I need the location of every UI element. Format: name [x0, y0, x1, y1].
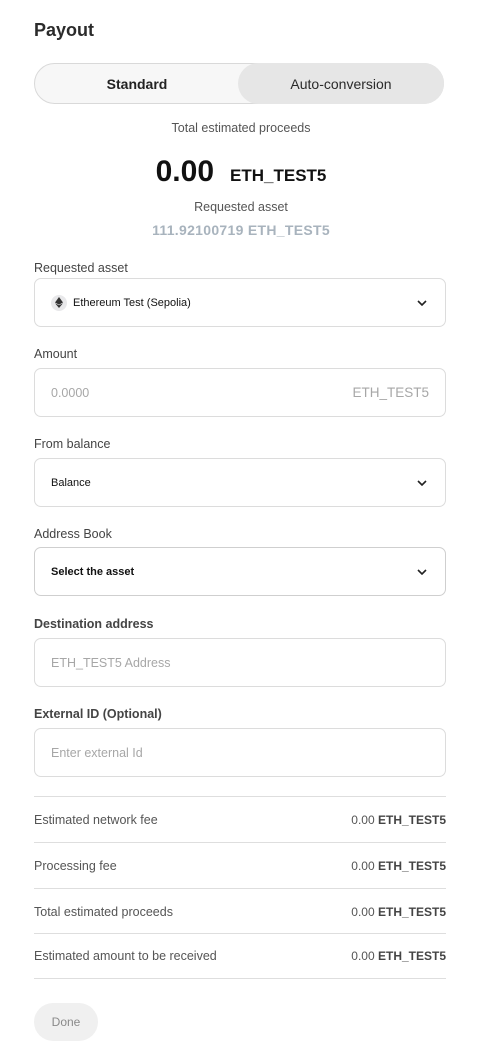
- fee-label: Estimated network fee: [34, 812, 158, 827]
- from-balance-label: From balance: [34, 437, 111, 451]
- external-id-label: External ID (Optional): [34, 707, 162, 721]
- chevron-down-icon: [415, 476, 429, 490]
- tab-standard[interactable]: Standard: [34, 63, 240, 104]
- requested-asset-select[interactable]: Ethereum Test (Sepolia): [34, 278, 446, 327]
- fee-unit: ETH_TEST5: [377, 812, 446, 827]
- total-amount-unit: ETH_TEST5: [230, 166, 327, 185]
- payout-mode-toggle: Standard Auto-conversion: [34, 63, 444, 104]
- fee-row-amount-received: Estimated amount to be received 0.00 ETH…: [34, 933, 446, 979]
- from-balance-select[interactable]: Balance: [34, 458, 446, 507]
- address-book-select[interactable]: Select the asset: [34, 547, 446, 596]
- chevron-down-icon: [415, 565, 429, 579]
- amount-unit: ETH_TEST5: [352, 385, 429, 400]
- fee-label: Processing fee: [34, 858, 117, 873]
- fee-label: Total estimated proceeds: [34, 904, 173, 919]
- page-title: Payout: [34, 20, 95, 40]
- tab-auto-conversion[interactable]: Auto-conversion: [238, 63, 444, 104]
- fee-amount: 0.00: [351, 949, 375, 963]
- total-estimated-proceeds-label: Total estimated proceeds: [171, 121, 311, 135]
- fee-row-total-proceeds: Total estimated proceeds 0.00 ETH_TEST5: [34, 888, 446, 934]
- fee-amount: 0.00: [351, 812, 375, 827]
- from-balance-value: Balance: [51, 476, 91, 489]
- requested-asset-summary-label: Requested asset: [194, 200, 288, 214]
- fee-label: Estimated amount to be received: [34, 949, 217, 963]
- fee-amount: 0.00: [351, 858, 375, 873]
- fee-unit: ETH_TEST5: [377, 904, 446, 919]
- ethereum-icon: [51, 294, 67, 311]
- destination-address-label: Destination address: [34, 617, 154, 631]
- destination-address-input[interactable]: ETH_TEST5 Address: [34, 638, 446, 687]
- amount-placeholder: 0.0000: [51, 385, 90, 400]
- total-amount-value: 0.00: [155, 155, 215, 188]
- fee-row-network: Estimated network fee 0.00 ETH_TEST5: [34, 796, 446, 842]
- amount-input[interactable]: 0.0000 ETH_TEST5: [34, 368, 446, 417]
- done-button[interactable]: Done: [34, 1003, 98, 1041]
- fee-row-processing: Processing fee 0.00 ETH_TEST5: [34, 842, 446, 888]
- requested-asset-label: Requested asset: [34, 261, 128, 275]
- total-estimated-amount: 0.00 ETH_TEST5: [0, 155, 482, 189]
- fee-unit: ETH_TEST5: [377, 858, 446, 873]
- external-id-input[interactable]: Enter external Id: [34, 728, 446, 777]
- requested-asset-value: Ethereum Test (Sepolia): [73, 296, 191, 309]
- requested-asset-summary-value: 111.92100719 ETH_TEST5: [152, 222, 330, 238]
- external-id-placeholder: Enter external Id: [51, 745, 143, 760]
- address-book-label: Address Book: [34, 527, 112, 541]
- chevron-down-icon: [415, 296, 429, 310]
- fee-amount: 0.00: [351, 904, 375, 919]
- amount-label: Amount: [34, 347, 78, 361]
- destination-address-placeholder: ETH_TEST5 Address: [51, 655, 171, 670]
- address-book-value: Select the asset: [51, 565, 135, 578]
- fee-unit: ETH_TEST5: [377, 949, 446, 963]
